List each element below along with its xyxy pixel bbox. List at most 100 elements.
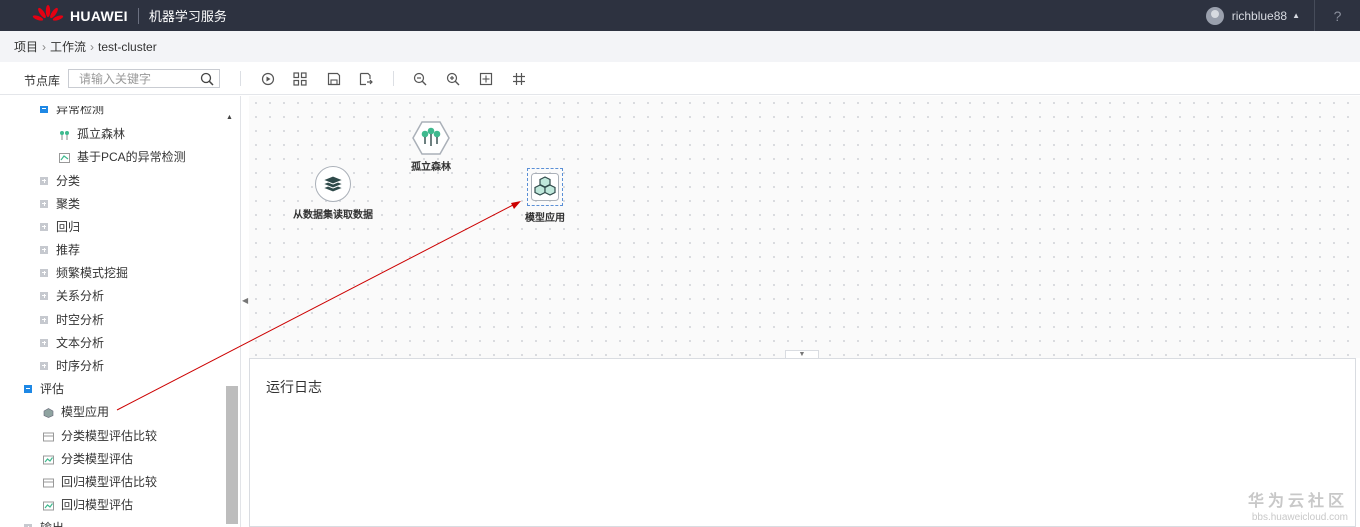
tree-label: 评估 — [40, 382, 65, 396]
collapse-icon[interactable] — [40, 106, 48, 113]
chevron-right-icon: › — [42, 39, 47, 54]
fit-view-button[interactable] — [478, 71, 494, 87]
run-log-panel: 运行日志 — [249, 358, 1356, 527]
save-as-button[interactable] — [358, 71, 374, 87]
brand-name: HUAWEI — [70, 7, 128, 24]
node-search-input[interactable] — [69, 70, 194, 87]
tree-item-eval[interactable]: 回归模型评估比较 — [43, 473, 157, 490]
tree-label: 回归模型评估比较 — [61, 475, 158, 489]
save-as-icon — [359, 72, 373, 86]
expand-icon[interactable] — [40, 338, 48, 347]
tree-label: 频繁模式挖掘 — [56, 266, 129, 280]
chevron-right-icon: › — [90, 39, 95, 54]
save-icon — [327, 72, 341, 86]
expand-icon[interactable] — [40, 222, 48, 231]
huawei-flower-icon — [32, 4, 64, 21]
tree-label: 聚类 — [56, 197, 81, 211]
huawei-logo[interactable]: HUAWEI 机器学习服务 — [32, 0, 227, 31]
watermark: 华为云社区 bbs.huaweicloud.com — [1248, 487, 1348, 523]
canvas-node-label: 从数据集读取数据 — [293, 210, 373, 221]
canvas-node-isolation-forest[interactable]: 孤立森林 — [411, 121, 451, 173]
tree-group-timeseries[interactable]: 时序分析 — [40, 357, 104, 374]
breadcrumb-workflow[interactable]: 工作流 — [50, 38, 86, 55]
zoom-in-button[interactable] — [445, 71, 461, 87]
expand-icon[interactable] — [40, 291, 48, 300]
tree-item-eval[interactable]: 分类模型评估比较 — [43, 427, 157, 444]
tree-item-eval[interactable]: 回归模型评估 — [43, 496, 133, 513]
tree-item-pca-anomaly[interactable]: 基于PCA的异常检测 — [59, 148, 186, 165]
toolbar: 节点库 — [0, 62, 1360, 95]
scroll-up-icon[interactable]: ▲ — [226, 114, 233, 121]
tree-label: 文本分析 — [56, 336, 105, 350]
avatar[interactable] — [1205, 6, 1224, 25]
tree-label: 孤立森林 — [77, 127, 126, 141]
node-search-box — [68, 69, 220, 88]
tree-group-regression[interactable]: 回归 — [40, 218, 80, 235]
tree-item-isolation-forest[interactable]: 孤立森林 — [59, 125, 125, 142]
run-log-title: 运行日志 — [266, 379, 322, 395]
tree-label: 时序分析 — [56, 359, 105, 373]
username[interactable]: richblue88 — [1232, 9, 1287, 23]
cube-icon — [531, 173, 559, 201]
service-name[interactable]: 机器学习服务 — [149, 6, 227, 25]
canvas-node-model-apply[interactable]: 模型应用 — [525, 168, 565, 224]
collapse-icon[interactable] — [24, 384, 32, 393]
tree-label: 分类模型评估 — [61, 452, 134, 466]
expand-icon[interactable] — [40, 199, 48, 208]
algorithm-icon — [59, 129, 70, 140]
workflow-canvas[interactable]: 从数据集读取数据 孤立森林 模型应用 — [249, 96, 1360, 358]
tree-group-evaluation[interactable]: 评估 — [24, 380, 64, 397]
expand-icon[interactable] — [40, 176, 48, 185]
algorithm-icon — [59, 152, 70, 163]
tree-label: 分类模型评估比较 — [61, 429, 158, 443]
tree-group-frequent-pattern[interactable]: 频繁模式挖掘 — [40, 264, 128, 281]
expand-icon[interactable] — [40, 315, 48, 324]
save-button[interactable] — [326, 71, 342, 87]
sidebar-scrollbar-thumb[interactable] — [226, 386, 238, 524]
chevron-left-icon[interactable]: ◀ — [242, 296, 248, 305]
tree-group-spatiotemporal[interactable]: 时空分析 — [40, 311, 104, 328]
tree-label: 输出 — [40, 519, 64, 527]
tree-item-model-apply[interactable]: 模型应用 — [43, 403, 109, 420]
sidebar-collapse-handle[interactable]: ◀ — [240, 96, 249, 527]
caret-up-icon[interactable]: ▲ — [1292, 11, 1300, 20]
tree-group-anomaly[interactable]: 异常检测 — [40, 106, 104, 117]
tree-group-recommendation[interactable]: 推荐 — [40, 241, 80, 258]
breadcrumb-project[interactable]: 项目 — [14, 38, 38, 55]
expand-icon[interactable] — [40, 268, 48, 277]
tree-group-text[interactable]: 文本分析 — [40, 334, 104, 351]
auto-layout-button[interactable] — [292, 71, 308, 87]
canvas-node-label: 孤立森林 — [411, 162, 451, 173]
help-icon[interactable]: ? — [1314, 0, 1360, 31]
expand-icon[interactable] — [40, 361, 48, 370]
grid-toggle-button[interactable] — [511, 71, 527, 87]
tree-label: 时空分析 — [56, 313, 105, 327]
tree-item-eval[interactable]: 分类模型评估 — [43, 450, 133, 467]
tree-label: 推荐 — [56, 243, 81, 257]
expand-icon[interactable] — [40, 245, 48, 254]
canvas-node-dataset[interactable]: 从数据集读取数据 — [293, 166, 373, 221]
zoom-out-button[interactable] — [412, 71, 428, 87]
play-icon — [261, 72, 275, 86]
breadcrumb-current: test-cluster — [98, 39, 157, 54]
tree-group-classification[interactable]: 分类 — [40, 172, 80, 189]
top-bar: HUAWEI 机器学习服务 richblue88 ▲ ? — [0, 0, 1360, 31]
watermark-name: 华为云社区 — [1247, 493, 1348, 510]
chart-icon — [43, 454, 54, 464]
forest-icon — [412, 121, 450, 155]
grid-icon — [513, 73, 525, 85]
table-icon — [43, 431, 54, 441]
search-icon[interactable] — [200, 72, 214, 86]
run-button[interactable] — [260, 71, 276, 87]
breadcrumb: 项目 › 工作流 › test-cluster — [0, 31, 1360, 62]
chart-icon — [43, 500, 54, 510]
node-library-label: 节点库 — [24, 74, 61, 88]
toolbar-divider — [240, 71, 241, 86]
user-menu[interactable]: richblue88 ▲ — [1205, 0, 1300, 31]
selected-node-frame[interactable] — [527, 168, 563, 206]
tree-group-output[interactable]: 输出 — [24, 519, 64, 527]
tree-group-clustering[interactable]: 聚类 — [40, 195, 80, 212]
tree-label: 基于PCA的异常检测 — [77, 150, 186, 164]
expand-icon[interactable] — [24, 523, 32, 527]
tree-group-relation[interactable]: 关系分析 — [40, 287, 104, 304]
